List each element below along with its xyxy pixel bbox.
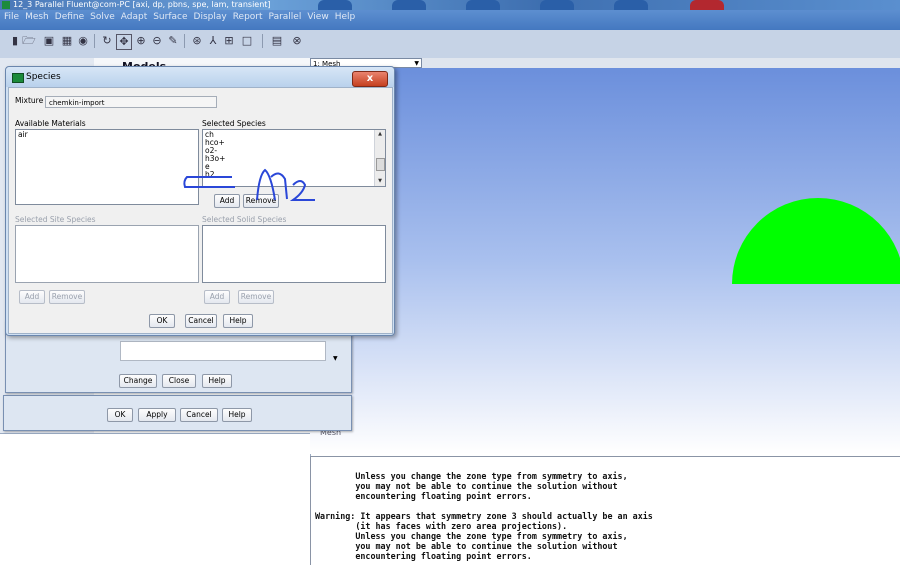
- outer-help-button[interactable]: Help: [222, 408, 252, 422]
- model-dialog-list[interactable]: [120, 341, 326, 361]
- toolbar-separator: [262, 34, 263, 48]
- selected-solid-species-label: Selected Solid Species: [202, 215, 287, 224]
- chevron-down-icon[interactable]: ▼: [333, 355, 338, 362]
- add-solid-button[interactable]: Add: [204, 290, 230, 304]
- titlebar-decoration: [318, 0, 352, 10]
- mixture-label: Mixture: [15, 96, 44, 105]
- species-cancel-button[interactable]: Cancel: [185, 314, 217, 328]
- probe-icon[interactable]: ✎: [166, 34, 180, 48]
- left-bottom-panel: [0, 433, 310, 566]
- zoom-icon[interactable]: ⊕: [134, 34, 148, 48]
- selected-site-species-label: Selected Site Species: [15, 215, 96, 224]
- scroll-up-icon[interactable]: ▲: [375, 130, 385, 139]
- toolbar-separator: [184, 34, 185, 48]
- layout-icon[interactable]: □: [240, 34, 254, 48]
- windows-icon[interactable]: ▤: [270, 34, 284, 48]
- selected-species-scrollbar[interactable]: ▲ ▼: [374, 130, 385, 186]
- menu-bar: File Mesh Define Solve Adapt Surface Display Re…: [0, 10, 900, 30]
- save-icon[interactable]: ▣: [42, 34, 56, 48]
- selected-site-species-list: [15, 225, 199, 283]
- mixture-field: chemkin-import: [45, 96, 217, 108]
- window-title: 12_3 Parallel Fluent@com-PC [axi, dp, pb…: [13, 0, 271, 9]
- close-button[interactable]: Close: [162, 374, 196, 388]
- list-item[interactable]: air: [18, 131, 196, 139]
- selected-species-label: Selected Species: [202, 119, 266, 128]
- handwritten-annotation: [183, 168, 315, 201]
- rotate-icon[interactable]: ↻: [100, 34, 114, 48]
- add-site-button[interactable]: Add: [19, 290, 45, 304]
- list-item[interactable]: hco+: [205, 139, 383, 147]
- window-title-bar: 12_3 Parallel Fluent@com-PC [axi, dp, pb…: [0, 0, 900, 10]
- titlebar-decoration: [392, 0, 426, 10]
- available-materials-list[interactable]: air: [15, 129, 199, 205]
- outer-ok-button[interactable]: OK: [107, 408, 133, 422]
- scroll-down-icon[interactable]: ▼: [375, 177, 385, 186]
- menu-solve[interactable]: Solve: [90, 12, 115, 22]
- menu-mesh[interactable]: Mesh: [25, 12, 49, 22]
- scrollbar-thumb[interactable]: [376, 158, 385, 171]
- toolbar-grip-icon: ▮: [11, 34, 19, 47]
- mesh-domain-shape: [732, 198, 900, 284]
- zoom-box-icon[interactable]: ⊖: [150, 34, 164, 48]
- species-ok-button[interactable]: OK: [149, 314, 175, 328]
- list-item[interactable]: o2-: [205, 147, 383, 155]
- console-line: Unless you change the zone type from sym…: [315, 471, 628, 481]
- menu-adapt[interactable]: Adapt: [121, 12, 147, 22]
- titlebar-decoration: [466, 0, 500, 10]
- toolbar-separator: [94, 34, 95, 48]
- options-icon[interactable]: ⊗: [290, 34, 304, 48]
- selected-solid-species-list[interactable]: [202, 225, 386, 283]
- console-line: you may not be able to continue the solu…: [315, 541, 618, 551]
- titlebar-decoration: [690, 0, 724, 10]
- console-line: (it has faces with zero area projections…: [315, 521, 568, 531]
- available-materials-label: Available Materials: [15, 119, 86, 128]
- axis-icon[interactable]: ⅄: [206, 34, 220, 48]
- open-icon[interactable]: 🗁: [22, 34, 36, 48]
- fit-icon[interactable]: ⊛: [190, 34, 204, 48]
- graphics-window[interactable]: [310, 68, 900, 454]
- translate-icon[interactable]: ✥: [116, 34, 132, 50]
- menu-help[interactable]: Help: [335, 12, 356, 22]
- species-dialog-title: Species: [26, 72, 61, 82]
- menu-surface[interactable]: Surface: [153, 12, 187, 22]
- console[interactable]: Unless you change the zone type from sym…: [310, 456, 900, 565]
- remove-site-button[interactable]: Remove: [49, 290, 85, 304]
- console-line: Warning: It appears that symmetry zone 3…: [315, 511, 653, 521]
- models-outer-dialog: OK Apply Cancel Help: [3, 395, 352, 431]
- outer-cancel-button[interactable]: Cancel: [180, 408, 218, 422]
- menu-file[interactable]: File: [4, 12, 19, 22]
- menu-display[interactable]: Display: [194, 12, 227, 22]
- species-dialog-titlebar[interactable]: Species x: [6, 67, 394, 87]
- titlebar-decoration: [614, 0, 648, 10]
- close-icon[interactable]: x: [352, 71, 388, 87]
- menu-parallel[interactable]: Parallel: [269, 12, 302, 22]
- fluent-app-icon: [12, 73, 24, 83]
- view-icon[interactable]: ⊞: [222, 34, 236, 48]
- console-line: Unless you change the zone type from sym…: [315, 531, 628, 541]
- menu-define[interactable]: Define: [55, 12, 84, 22]
- change-button[interactable]: Change: [119, 374, 157, 388]
- outer-apply-button[interactable]: Apply: [138, 408, 176, 422]
- help-icon[interactable]: ◉: [76, 34, 90, 48]
- console-line: you may not be able to continue the solu…: [315, 481, 618, 491]
- list-item[interactable]: ch: [205, 131, 383, 139]
- help-button[interactable]: Help: [202, 374, 232, 388]
- remove-solid-button[interactable]: Remove: [238, 290, 274, 304]
- species-help-button[interactable]: Help: [223, 314, 253, 328]
- menu-view[interactable]: View: [307, 12, 328, 22]
- menu-report[interactable]: Report: [233, 12, 263, 22]
- fluent-app-icon: [2, 1, 10, 9]
- console-line: encountering floating point errors.: [315, 551, 532, 561]
- image-icon[interactable]: ▦: [60, 34, 74, 48]
- titlebar-decoration: [540, 0, 574, 10]
- toolbar: ▮ 🗁 ▣ ▦ ◉ ↻ ✥ ⊕ ⊖ ✎ ⊛ ⅄ ⊞ □ ▤ ⊗: [0, 30, 900, 59]
- console-line: encountering floating point errors.: [315, 491, 532, 501]
